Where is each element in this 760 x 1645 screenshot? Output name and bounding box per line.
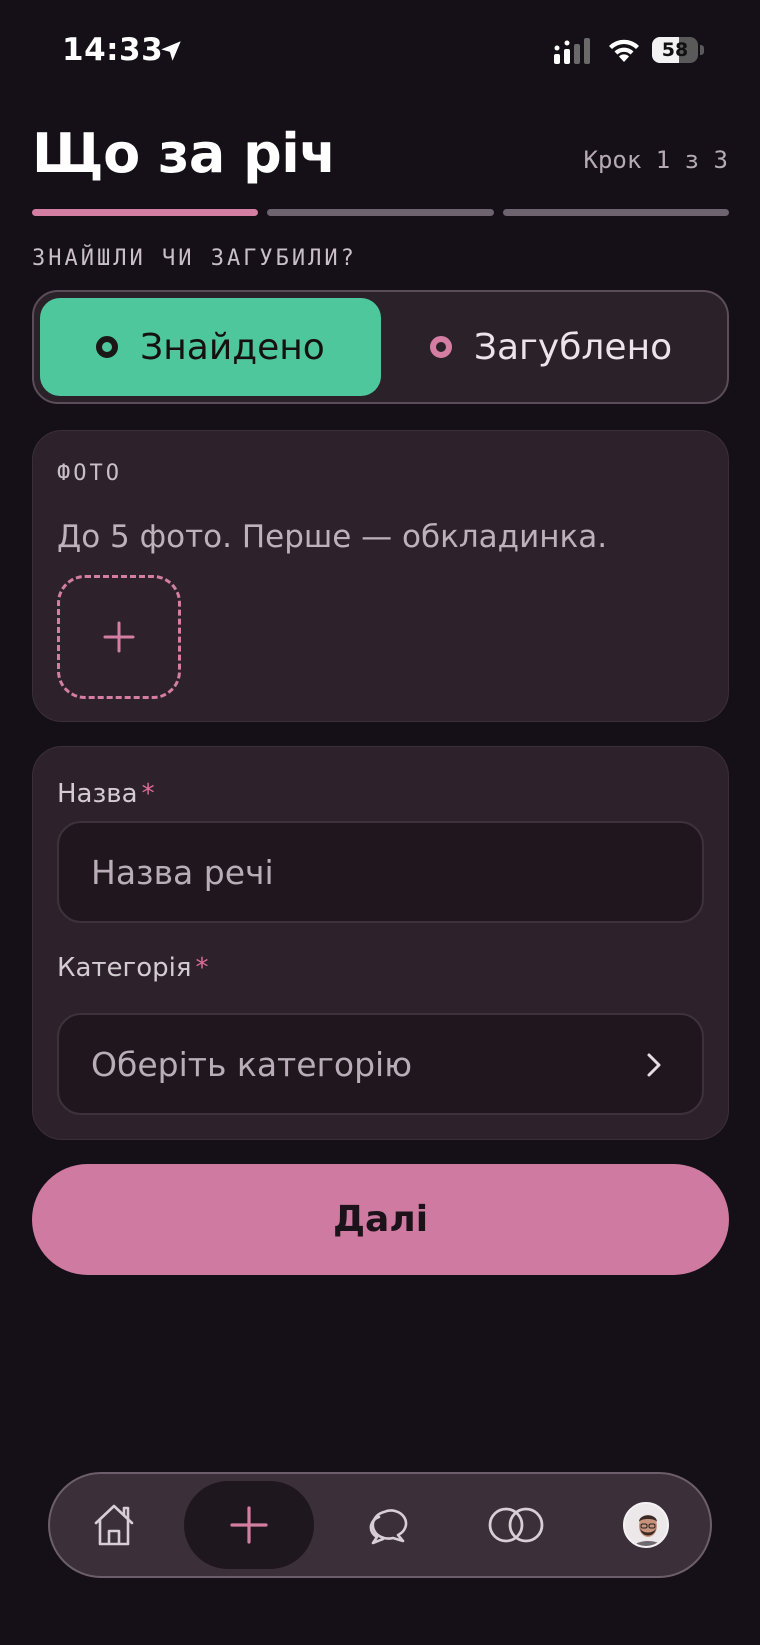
tab-matches[interactable] — [468, 1474, 564, 1576]
radio-dot-icon — [96, 336, 119, 358]
match-icon — [488, 1507, 544, 1543]
category-select[interactable]: Оберіть категорію — [57, 1013, 704, 1115]
found-lost-toggle: Знайдено Загублено — [32, 290, 729, 404]
found-option-label: Знайдено — [140, 326, 325, 368]
status-time: 14:33 — [62, 32, 164, 68]
category-placeholder: Оберіть категорію — [91, 1044, 413, 1084]
chevron-right-icon — [647, 1053, 661, 1077]
wifi-icon — [609, 39, 639, 62]
category-label-text: Категорія — [57, 953, 192, 983]
screen: 14:33 58 Що за річ Крок 1 з 3 ЗНАЙШЛИ ЧИ… — [0, 0, 760, 1645]
photo-card: ФОТО До 5 фото. Перше — обкладинка. — [32, 430, 729, 722]
chat-icon — [369, 1509, 408, 1545]
tab-messages[interactable] — [350, 1474, 428, 1576]
step-indicator: Крок 1 з 3 — [583, 146, 729, 174]
tab-profile[interactable] — [606, 1474, 686, 1576]
radio-dot-icon — [429, 336, 452, 358]
photo-section-label: ФОТО — [57, 461, 122, 486]
type-section-label: ЗНАЙШЛИ ЧИ ЗАГУБИЛИ? — [32, 246, 357, 271]
status-bar: 14:33 58 — [0, 0, 760, 100]
home-icon — [94, 1504, 134, 1546]
user-photo-icon — [625, 1504, 667, 1546]
page-title: Що за річ — [32, 122, 336, 185]
add-photo-button[interactable] — [57, 575, 181, 699]
progress-segment-3 — [502, 209, 729, 216]
category-field-label: Категорія * — [57, 953, 208, 983]
step-progress-bar — [32, 209, 729, 216]
battery-indicator: 58 — [652, 37, 704, 63]
tab-home[interactable] — [78, 1474, 150, 1576]
name-label-text: Назва — [57, 779, 138, 809]
photo-hint: До 5 фото. Перше — обкладинка. — [57, 519, 608, 555]
item-name-input[interactable]: Назва речі — [57, 821, 704, 923]
next-button[interactable]: Далі — [32, 1164, 729, 1275]
required-mark: * — [195, 953, 209, 983]
lost-option[interactable]: Загублено — [381, 298, 721, 396]
battery-percent: 58 — [661, 39, 689, 61]
lost-option-label: Загублено — [473, 326, 673, 368]
found-option[interactable]: Знайдено — [40, 298, 381, 396]
cellular-signal-icon — [554, 38, 590, 64]
avatar — [623, 1502, 669, 1548]
bottom-tab-bar — [48, 1472, 712, 1578]
item-name-placeholder: Назва речі — [91, 852, 274, 892]
tab-add-item[interactable] — [184, 1481, 314, 1569]
progress-segment-1 — [32, 209, 259, 216]
required-mark: * — [141, 779, 155, 809]
progress-segment-2 — [267, 209, 494, 216]
plus-icon — [230, 1506, 268, 1544]
plus-icon — [103, 621, 135, 653]
details-form-card: Назва * Назва речі Категорія * Оберіть кат… — [32, 746, 729, 1140]
name-field-label: Назва * — [57, 779, 155, 809]
location-arrow-icon — [161, 41, 181, 61]
